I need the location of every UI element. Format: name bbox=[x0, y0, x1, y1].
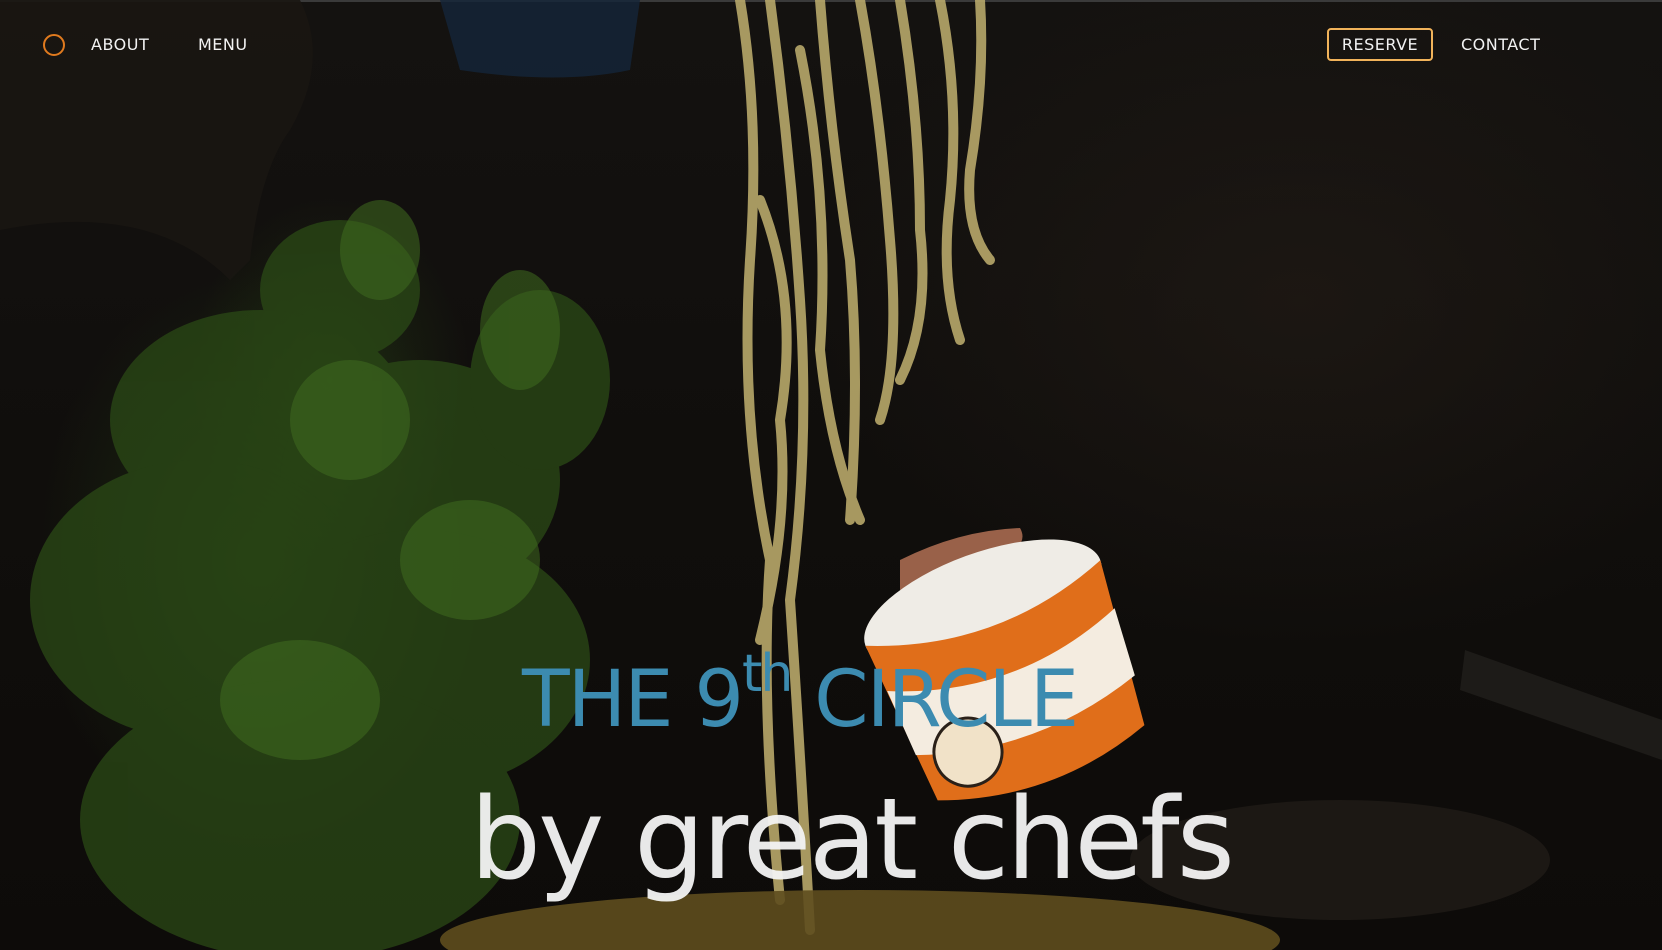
hero-title-prefix: THE 9 bbox=[522, 655, 744, 745]
nav-about-link[interactable]: ABOUT bbox=[91, 34, 149, 56]
top-navigation: ABOUT MENU RESERVE CONTACT bbox=[0, 0, 1662, 90]
reserve-button[interactable]: RESERVE bbox=[1327, 28, 1433, 61]
hero-title-suffix: CIRCLE bbox=[791, 655, 1079, 745]
hero-subtitle: by great chefs bbox=[470, 775, 1235, 905]
circle-logo-icon[interactable] bbox=[43, 34, 65, 56]
nav-menu-link[interactable]: MENU bbox=[198, 34, 248, 56]
hero-section: ABOUT MENU RESERVE CONTACT THE 9th CIRCL… bbox=[0, 0, 1662, 950]
hero-title-ordinal: th bbox=[742, 644, 793, 704]
hero-title: THE 9th CIRCLE bbox=[522, 648, 1079, 745]
nav-contact-link[interactable]: CONTACT bbox=[1461, 34, 1540, 56]
